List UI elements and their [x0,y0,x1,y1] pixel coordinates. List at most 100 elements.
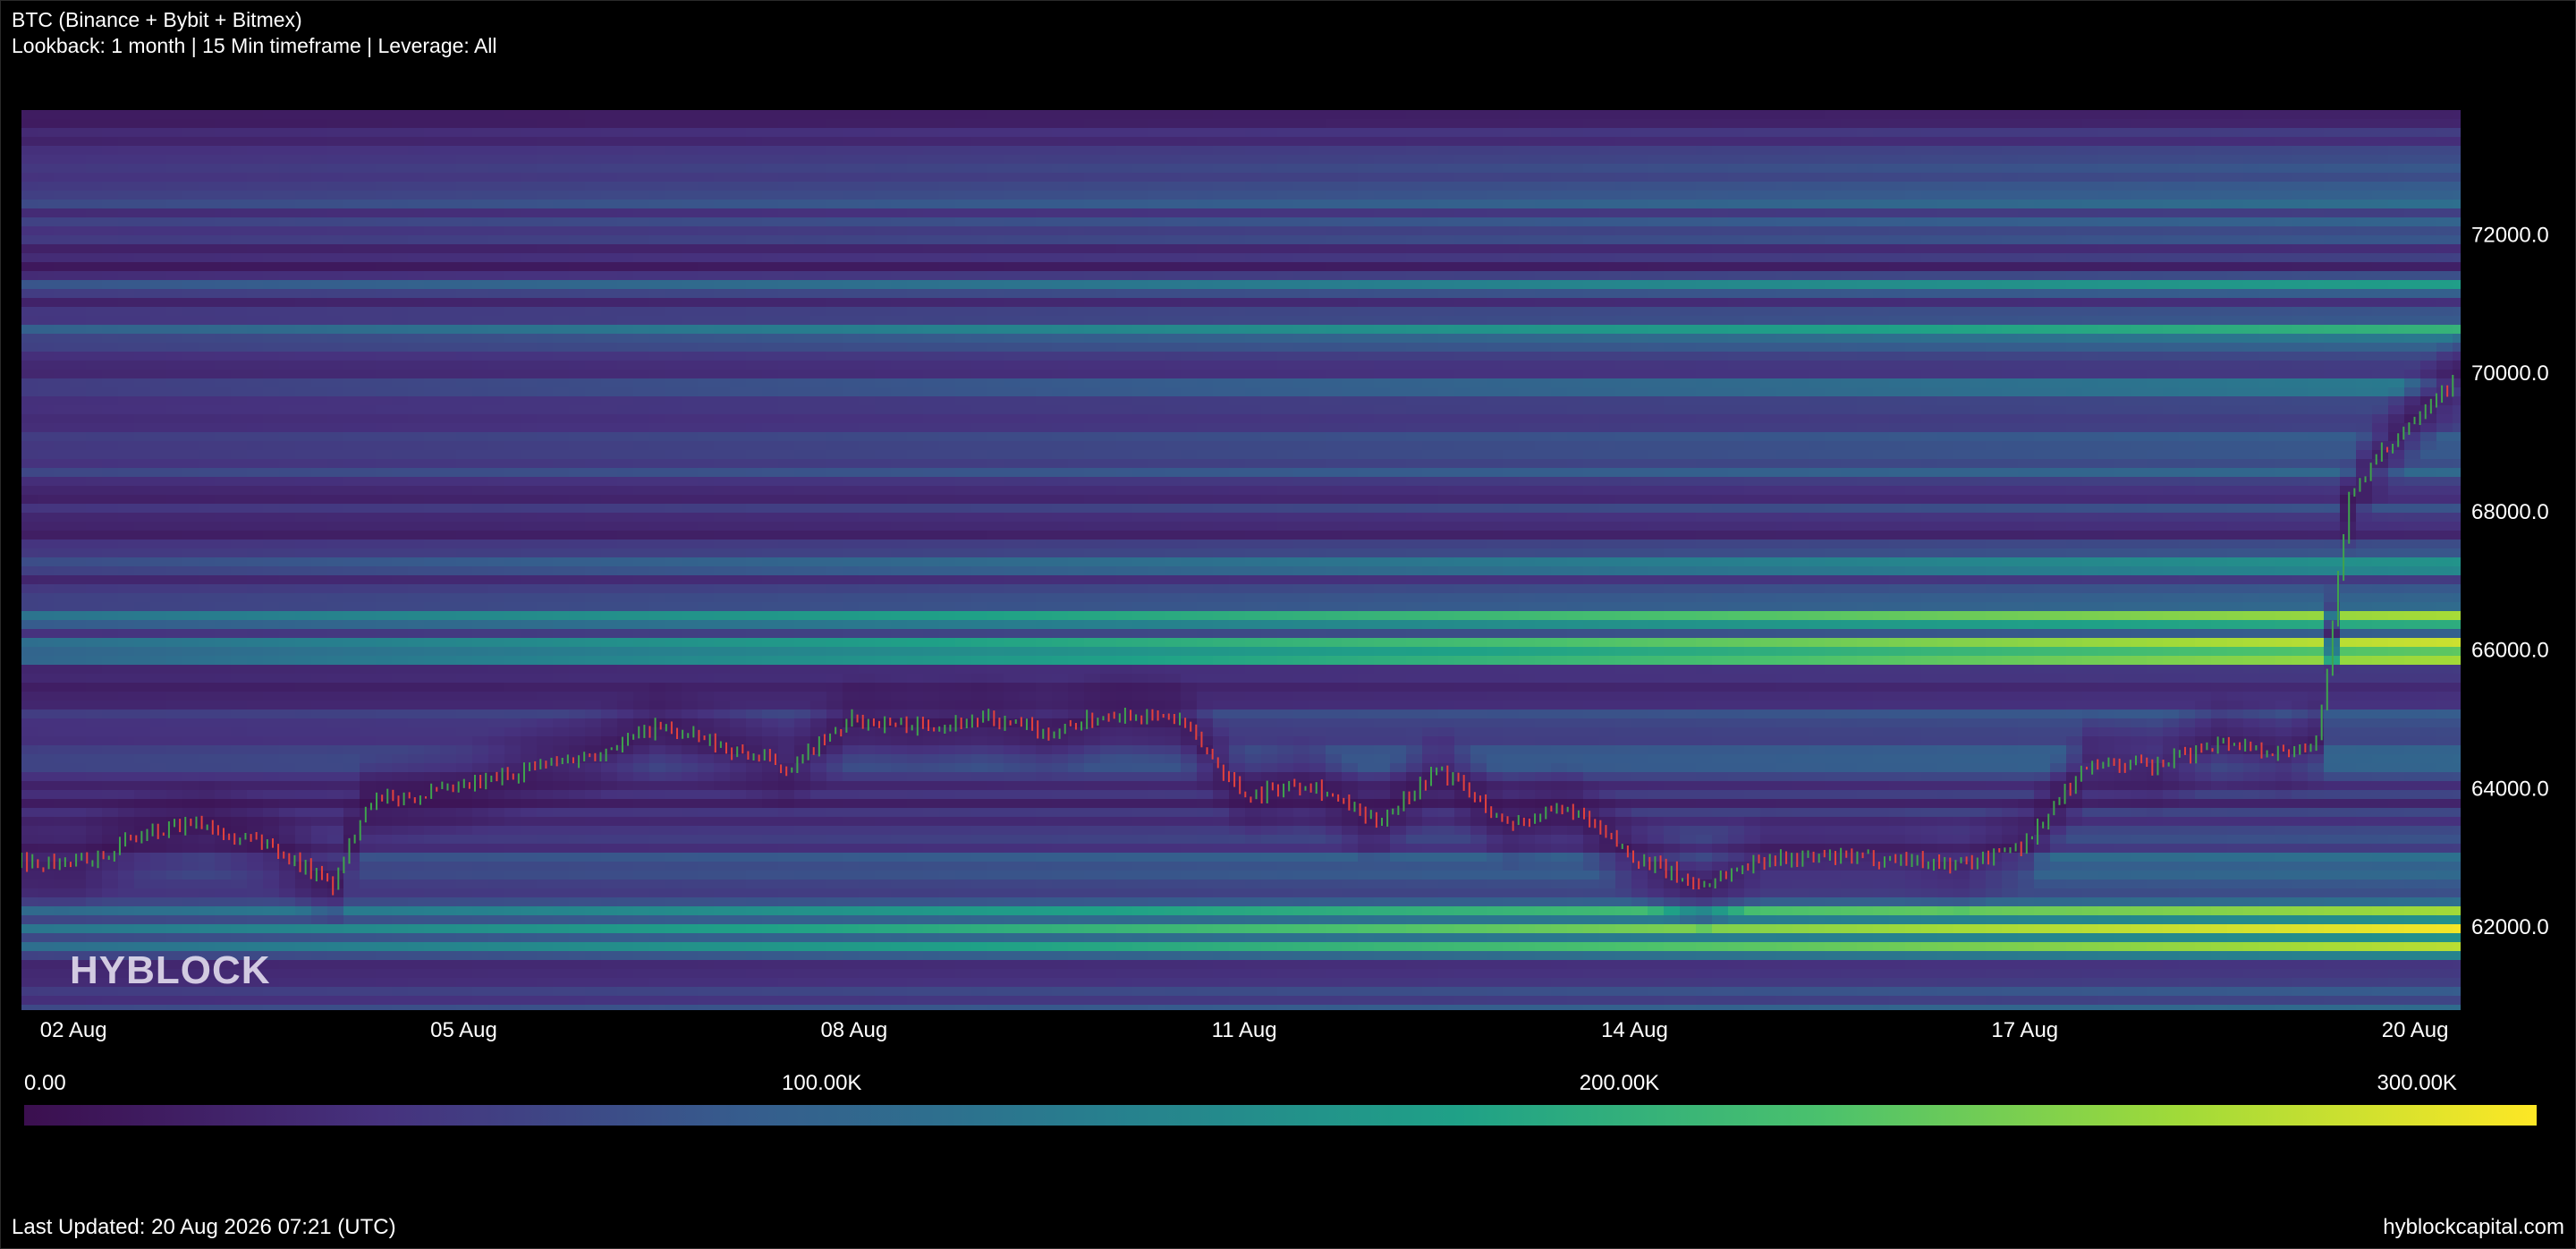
heatmap-cell [649,915,666,925]
heatmap-cell [456,504,473,514]
heatmap-cell [537,620,554,630]
heatmap-cell [746,853,763,862]
heatmap-cell [746,871,763,880]
heatmap-cell [762,611,779,621]
heatmap-cell [392,593,409,603]
heatmap-cell [633,325,650,335]
heatmap-cell [263,862,280,871]
heatmap-cell [617,933,634,943]
heatmap-cell [778,933,795,943]
heatmap-cell [504,915,521,925]
heatmap-cell [86,862,103,871]
heatmap-cell [633,396,650,406]
heatmap-cell [279,853,296,862]
heatmap-cell [279,387,296,397]
heatmap-cell [456,119,473,129]
heatmap-cell [408,289,425,299]
heatmap-cell [569,799,586,809]
heatmap-cell [810,110,827,120]
heatmap-cell [86,531,103,540]
heatmap-cell [488,996,505,1006]
heatmap-cell [424,906,441,916]
heatmap-cell [778,915,795,925]
heatmap-cell [295,960,312,970]
heatmap-cell [360,495,377,505]
heatmap-cell [698,164,715,174]
heatmap-cell [215,128,232,138]
heatmap-cell [279,593,296,603]
heatmap-cell [424,575,441,585]
heatmap-cell [665,692,682,701]
heatmap-cell [665,674,682,684]
heatmap-cell [327,781,344,791]
heatmap-cell [665,432,682,442]
heatmap-cell [295,226,312,236]
heatmap-cell [215,924,232,934]
heatmap-cell [263,262,280,272]
heatmap-cell [730,718,747,728]
heatmap-cell [21,1005,38,1010]
heatmap-cell [199,718,216,728]
heatmap-cell [38,540,55,549]
heatmap-cell [617,531,634,540]
heatmap-cell [746,217,763,227]
heatmap-cell [601,727,618,737]
heatmap-cell [746,826,763,836]
heatmap-cell [504,316,521,326]
heatmap-cell [440,271,457,281]
heatmap-cell [472,942,489,952]
heatmap-cell [537,540,554,549]
heatmap-cell [360,513,377,523]
heatmap-cell [794,513,811,523]
heatmap-cell [649,146,666,156]
heatmap-cell [746,638,763,648]
heatmap-cell [134,665,151,675]
heatmap-cell [54,200,71,209]
heatmap-cell [360,888,377,898]
heatmap-cell [311,540,328,549]
heatmap-cell [327,370,344,379]
heatmap-cell [633,414,650,424]
heatmap-cell [102,155,119,165]
heatmap-cell [665,316,682,326]
heatmap-cell [665,888,682,898]
heatmap-cell [456,888,473,898]
heatmap-cell [392,692,409,701]
heatmap-cell [86,298,103,308]
heatmap-cell [456,933,473,943]
heatmap-cell [86,709,103,719]
heatmap-cell [714,343,731,353]
heatmap-cell [134,844,151,854]
heatmap-cell [295,584,312,594]
heatmap-cell [392,361,409,370]
heatmap-cell [778,835,795,845]
heatmap-chart[interactable]: 62000.064000.066000.068000.070000.072000… [0,0,2576,1249]
heatmap-cell [424,262,441,272]
heatmap-cell [327,298,344,308]
heatmap-cell [376,414,393,424]
heatmap-cell [38,808,55,818]
heatmap-cell [682,629,699,639]
heatmap-cell [392,942,409,952]
heatmap-cell [682,727,699,737]
heatmap-cell [166,638,183,648]
heatmap-cell [762,459,779,469]
heatmap-cell [166,620,183,630]
heatmap-cell [327,987,344,997]
heatmap-cell [730,692,747,701]
heatmap-cell [585,459,602,469]
heatmap-cell [360,879,377,889]
heatmap-cell [456,924,473,934]
heatmap-cell [794,817,811,827]
heatmap-cell [633,119,650,129]
heatmap-cell [762,593,779,603]
heatmap-cell [21,450,38,460]
heatmap-cell [279,414,296,424]
heatmap-cell [166,164,183,174]
heatmap-cell [279,208,296,218]
heatmap-cell [38,701,55,710]
heatmap-cell [54,745,71,755]
heatmap-cell [102,423,119,433]
heatmap-cell [521,933,538,943]
heatmap-cell [730,566,747,576]
